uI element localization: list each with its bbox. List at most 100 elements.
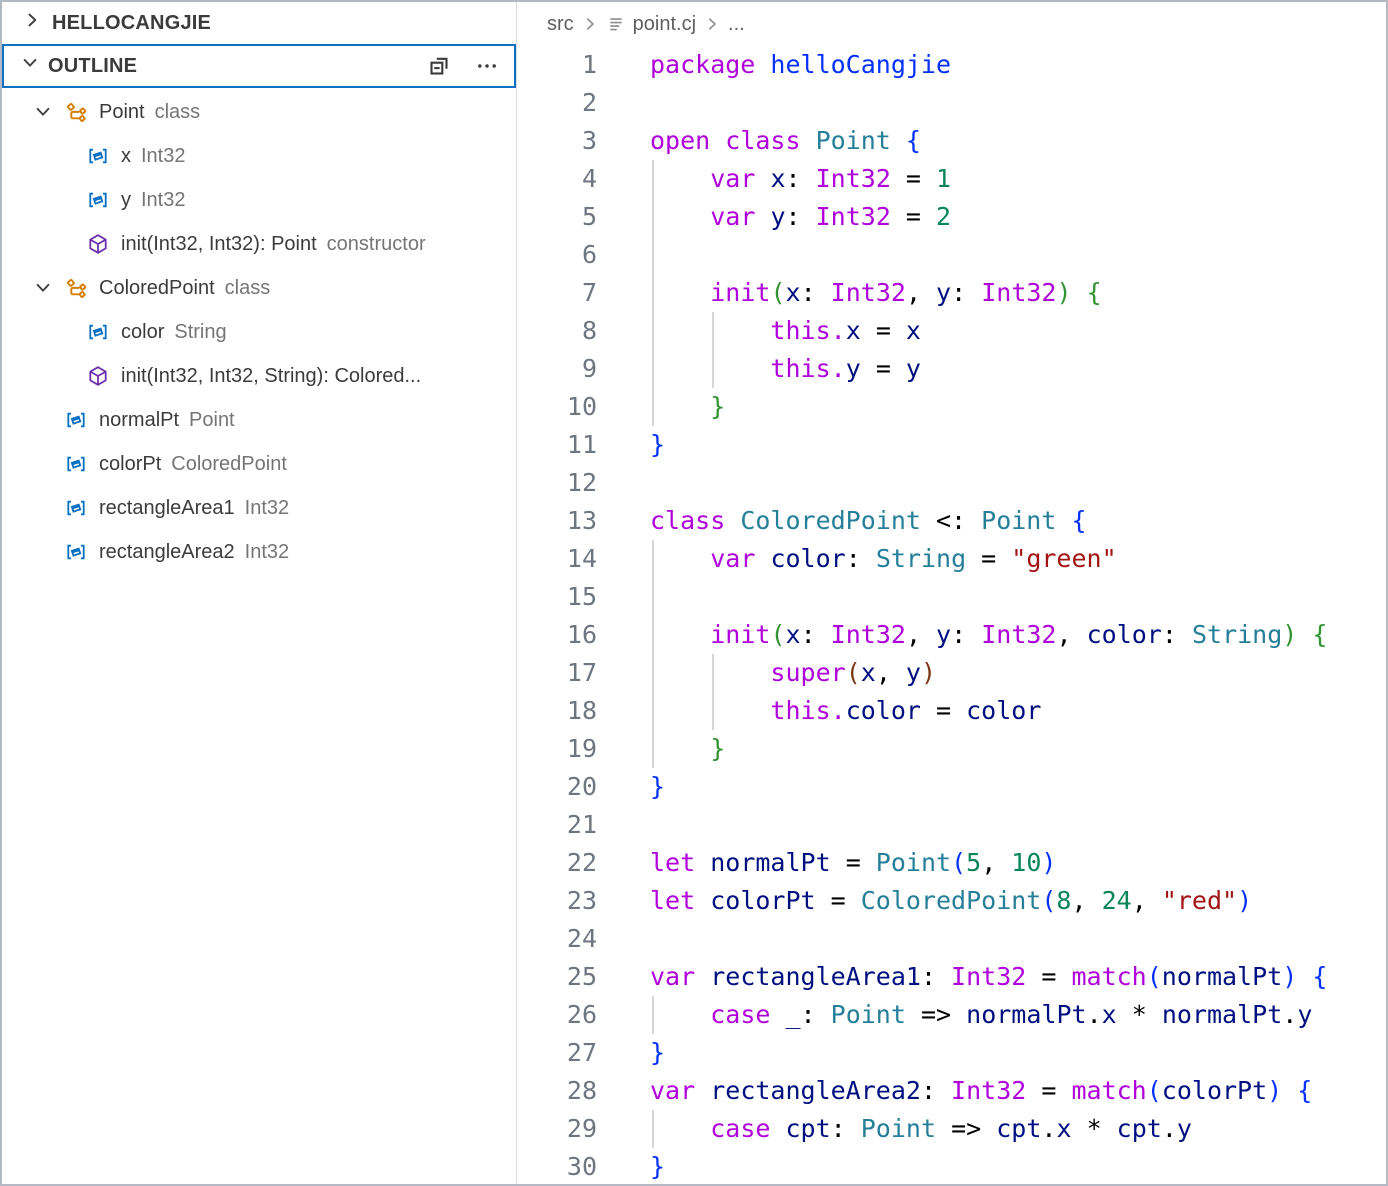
collapse-all-button[interactable] bbox=[426, 53, 452, 79]
code-line[interactable]: 11} bbox=[517, 426, 1386, 464]
line-content[interactable]: var y: Int32 = 2 bbox=[650, 198, 951, 236]
line-content[interactable]: this.y = y bbox=[650, 350, 921, 388]
code-line[interactable]: 9 this.y = y bbox=[517, 350, 1386, 388]
variable-symbol-icon bbox=[86, 189, 110, 211]
line-content[interactable]: } bbox=[650, 1148, 665, 1184]
line-content[interactable]: init(x: Int32, y: Int32, color: String) … bbox=[650, 616, 1327, 654]
line-content[interactable]: } bbox=[650, 426, 665, 464]
code-line[interactable]: 22 let normalPt = Point(5, 10) bbox=[517, 844, 1386, 882]
code-line[interactable]: 30} bbox=[517, 1148, 1386, 1184]
code-line[interactable]: 24 bbox=[517, 920, 1386, 958]
code-line[interactable]: 5 var y: Int32 = 2 bbox=[517, 198, 1386, 236]
class-symbol-icon bbox=[64, 101, 88, 123]
line-content[interactable]: } bbox=[650, 388, 725, 426]
line-content[interactable]: } bbox=[650, 1034, 665, 1072]
line-content[interactable]: this.x = x bbox=[650, 312, 921, 350]
outline-section-header[interactable]: OUTLINE bbox=[2, 44, 516, 88]
line-content[interactable]: this.color = color bbox=[650, 692, 1041, 730]
line-number: 5 bbox=[517, 198, 597, 236]
code-line[interactable]: 23 let colorPt = ColoredPoint(8, 24, "red… bbox=[517, 882, 1386, 920]
line-content[interactable]: class ColoredPoint <: Point { bbox=[650, 502, 1087, 540]
outline-item-detail: class bbox=[155, 101, 201, 124]
outline-item-init-int32-int32-point[interactable]: init(Int32, Int32): Pointconstructor bbox=[2, 222, 516, 266]
outline-item-rectanglearea1[interactable]: rectangleArea1Int32 bbox=[2, 486, 516, 530]
code-line[interactable]: 14 var color: String = "green" bbox=[517, 540, 1386, 578]
line-number: 23 bbox=[517, 882, 597, 920]
line-content[interactable]: let colorPt = ColoredPoint(8, 24, "red") bbox=[650, 882, 1252, 920]
explorer-section-header[interactable]: HELLOCANGJIE bbox=[2, 2, 516, 44]
code-line[interactable]: 18 this.color = color bbox=[517, 692, 1386, 730]
line-content[interactable]: let normalPt = Point(5, 10) bbox=[650, 844, 1056, 882]
code-line[interactable]: 26 case _: Point => normalPt.x * normalP… bbox=[517, 996, 1386, 1034]
code-line[interactable]: 13 class ColoredPoint <: Point { bbox=[517, 502, 1386, 540]
breadcrumb-item-point-cj[interactable]: point.cj bbox=[606, 13, 696, 36]
variable-symbol-icon bbox=[64, 541, 88, 563]
outline-item-x[interactable]: xInt32 bbox=[2, 134, 516, 178]
line-number: 25 bbox=[517, 958, 597, 996]
line-content[interactable]: init(x: Int32, y: Int32) { bbox=[650, 274, 1102, 312]
code-line[interactable]: 1package helloCangjie bbox=[517, 46, 1386, 84]
chevron-down-icon bbox=[30, 278, 56, 298]
code-line[interactable]: 15 bbox=[517, 578, 1386, 616]
breadcrumb-item-label: ... bbox=[728, 13, 745, 36]
line-content[interactable]: case cpt: Point => cpt.x * cpt.y bbox=[650, 1110, 1192, 1148]
line-content[interactable]: package helloCangjie bbox=[650, 46, 951, 84]
outline-item-coloredpoint[interactable]: ColoredPointclass bbox=[2, 266, 516, 310]
code-line[interactable]: 4 var x: Int32 = 1 bbox=[517, 160, 1386, 198]
code-line[interactable]: 19 } bbox=[517, 730, 1386, 768]
outline-item-color[interactable]: colorString bbox=[2, 310, 516, 354]
line-content[interactable]: var rectangleArea2: Int32 = match(colorP… bbox=[650, 1072, 1312, 1110]
code-line[interactable]: 17 super(x, y) bbox=[517, 654, 1386, 692]
line-content[interactable]: super(x, y) bbox=[650, 654, 936, 692]
line-content[interactable]: var color: String = "green" bbox=[650, 540, 1117, 578]
indent-guide bbox=[712, 654, 714, 730]
code-line[interactable]: 20} bbox=[517, 768, 1386, 806]
breadcrumb-separator-icon bbox=[703, 15, 721, 33]
breadcrumb: src point.cj... bbox=[517, 2, 1386, 46]
outline-item-label: colorPt bbox=[99, 453, 161, 476]
code-line[interactable]: 27} bbox=[517, 1034, 1386, 1072]
code-line[interactable]: 12 bbox=[517, 464, 1386, 502]
outline-item-label: rectangleArea1 bbox=[99, 497, 235, 520]
outline-item-label: init(Int32, Int32, String): Colored... bbox=[121, 365, 421, 388]
code-line[interactable]: 8 this.x = x bbox=[517, 312, 1386, 350]
code-line[interactable]: 6 bbox=[517, 236, 1386, 274]
code-line[interactable]: 2 bbox=[517, 84, 1386, 122]
line-number: 22 bbox=[517, 844, 597, 882]
outline-item-detail: Point bbox=[189, 409, 235, 432]
line-number: 4 bbox=[517, 160, 597, 198]
line-content[interactable]: } bbox=[650, 730, 725, 768]
more-actions-button[interactable] bbox=[474, 53, 500, 79]
indent-guide bbox=[652, 160, 654, 426]
code-line[interactable]: 10 } bbox=[517, 388, 1386, 426]
breadcrumb-item-src[interactable]: src bbox=[547, 13, 574, 36]
outline-item-rectanglearea2[interactable]: rectangleArea2Int32 bbox=[2, 530, 516, 574]
indent-guide bbox=[652, 996, 654, 1034]
line-number: 28 bbox=[517, 1072, 597, 1110]
outline-item-colorpt[interactable]: colorPtColoredPoint bbox=[2, 442, 516, 486]
line-number: 18 bbox=[517, 692, 597, 730]
line-content[interactable]: var x: Int32 = 1 bbox=[650, 160, 951, 198]
outline-item-normalpt[interactable]: normalPtPoint bbox=[2, 398, 516, 442]
breadcrumb-item-label: point.cj bbox=[633, 13, 696, 36]
code-editor[interactable]: 1package helloCangjie23open class Point … bbox=[517, 46, 1386, 1184]
code-line[interactable]: 25 var rectangleArea1: Int32 = match(norm… bbox=[517, 958, 1386, 996]
breadcrumb-item--[interactable]: ... bbox=[728, 13, 745, 36]
line-content[interactable]: } bbox=[650, 768, 665, 806]
outline-item-y[interactable]: yInt32 bbox=[2, 178, 516, 222]
code-line[interactable]: 3open class Point { bbox=[517, 122, 1386, 160]
line-content[interactable]: open class Point { bbox=[650, 122, 921, 160]
code-line[interactable]: 29 case cpt: Point => cpt.x * cpt.y bbox=[517, 1110, 1386, 1148]
outline-item-point[interactable]: Pointclass bbox=[2, 90, 516, 134]
code-line[interactable]: 16 init(x: Int32, y: Int32, color: Strin… bbox=[517, 616, 1386, 654]
line-content[interactable]: case _: Point => normalPt.x * normalPt.y bbox=[650, 996, 1312, 1034]
line-number: 9 bbox=[517, 350, 597, 388]
outline-item-init-int32-int32-string-colored-[interactable]: init(Int32, Int32, String): Colored... bbox=[2, 354, 516, 398]
code-line[interactable]: 28 var rectangleArea2: Int32 = match(colo… bbox=[517, 1072, 1386, 1110]
line-content[interactable]: var rectangleArea1: Int32 = match(normal… bbox=[650, 958, 1327, 996]
line-number: 13 bbox=[517, 502, 597, 540]
variable-symbol-icon bbox=[86, 145, 110, 167]
code-line[interactable]: 21 bbox=[517, 806, 1386, 844]
code-line[interactable]: 7 init(x: Int32, y: Int32) { bbox=[517, 274, 1386, 312]
line-number: 12 bbox=[517, 464, 597, 502]
